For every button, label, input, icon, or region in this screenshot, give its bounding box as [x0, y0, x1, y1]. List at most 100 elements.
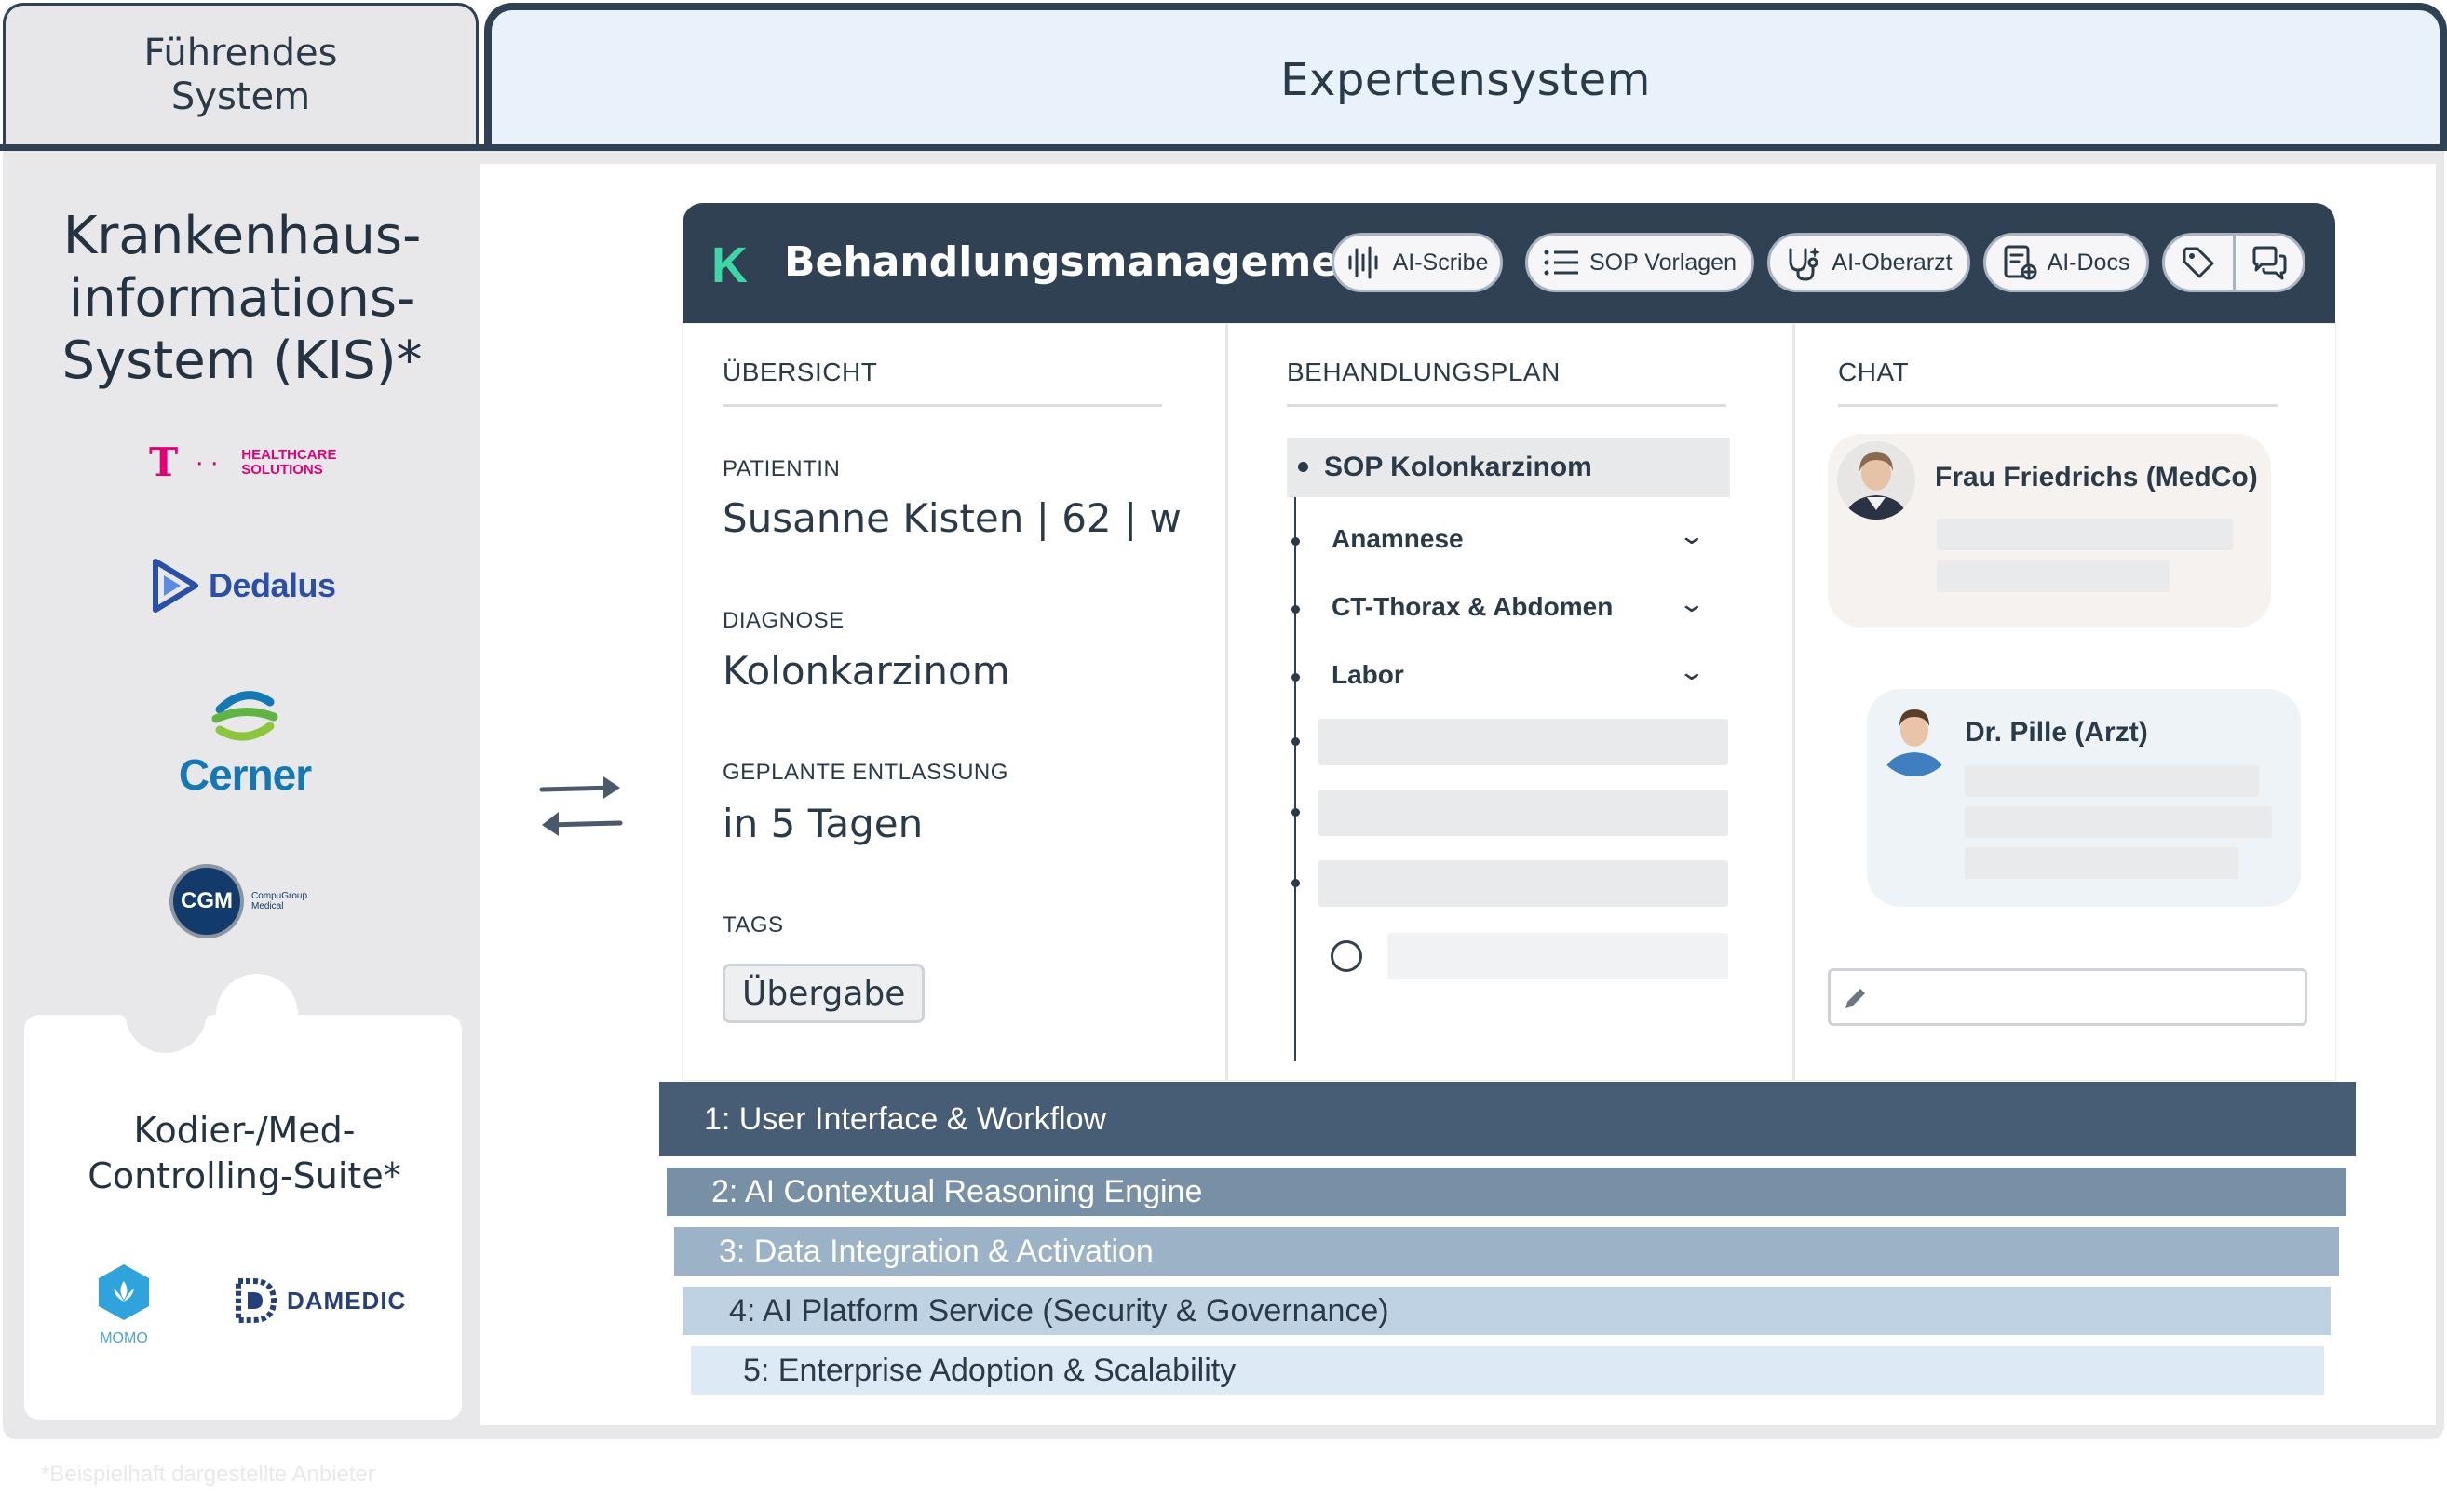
- waveform-icon: [1348, 246, 1378, 279]
- sop-templates-button[interactable]: SOP Vorlagen: [1525, 233, 1754, 292]
- plan-item-ct[interactable]: CT-Thorax & Abdomen: [1332, 592, 1704, 622]
- layer-4-bar: 4: AI Platform Service (Security & Gover…: [683, 1287, 2331, 1335]
- placeholder-line: [1965, 847, 2238, 879]
- discharge-value: in 5 Tagen: [723, 801, 924, 846]
- tag-chip-uebergabe[interactable]: Übergabe: [723, 964, 926, 1023]
- layer-2-bar: 2: AI Contextual Reasoning Engine: [667, 1168, 2346, 1216]
- chevron-down-icon[interactable]: ⌄: [1678, 521, 1707, 550]
- ai-docs-button[interactable]: AI-Docs: [1983, 233, 2149, 292]
- sop-active-item[interactable]: SOP Kolonkarzinom: [1287, 438, 1730, 497]
- tab-leading-system[interactable]: Führendes System: [3, 3, 479, 144]
- placeholder-row: [1387, 933, 1728, 979]
- timeline-dot: [1291, 879, 1300, 887]
- cerner-logo-mark: [211, 691, 278, 741]
- footnote: *Beispielhaft dargestellte Anbieter: [41, 1462, 375, 1487]
- chat-input[interactable]: [1828, 968, 2307, 1026]
- timeline-dot: [1291, 737, 1300, 746]
- document-icon: [2004, 245, 2037, 280]
- layer-1-bar: 1: User Interface & Workflow: [659, 1082, 2356, 1156]
- diagnosis-value: Kolonkarzinom: [723, 648, 1010, 694]
- ai-oberarzt-button[interactable]: AI-Oberarzt: [1767, 233, 1970, 292]
- overview-rule: [723, 404, 1162, 407]
- timeline-dot: [1291, 808, 1300, 817]
- damedic-logo: DAMEDIC: [235, 1277, 406, 1324]
- column-divider: [1792, 324, 1795, 1080]
- exchange-arrows-icon: [539, 776, 623, 836]
- telekom-healthcare-logo: T ·· HEALTHCARE SOLUTIONS: [149, 439, 336, 485]
- layer-2-label: 2: AI Contextual Reasoning Engine: [711, 1173, 1203, 1209]
- chat-button[interactable]: [2236, 236, 2304, 290]
- chat-sender-arzt: Dr. Pille (Arzt): [1965, 717, 2148, 748]
- layer-5-label: 5: Enterprise Adoption & Scalability: [743, 1352, 1237, 1388]
- tab-leading-system-label: Führendes System: [143, 31, 338, 118]
- kis-title: Krankenhaus- informations- System (KIS)*: [61, 206, 423, 391]
- layer-3-bar: 3: Data Integration & Activation: [674, 1227, 2339, 1276]
- cgm-logo-subtitle: CompuGroup Medical: [251, 891, 308, 911]
- tab-expert-system[interactable]: Expertensystem: [484, 3, 2447, 149]
- list-icon: [1544, 250, 1578, 276]
- momo-logo-text: MOMO: [100, 1330, 148, 1346]
- ai-scribe-label: AI-Scribe: [1392, 249, 1489, 276]
- dedalus-logo-mark: [153, 559, 198, 613]
- sop-active-label: SOP Kolonkarzinom: [1324, 452, 1592, 482]
- sop-active-dot: [1298, 462, 1308, 472]
- cerner-logo-text: Cerner: [178, 750, 312, 799]
- patient-value: Susanne Kisten | 62 | w: [723, 495, 1182, 541]
- ai-scribe-button[interactable]: AI-Scribe: [1332, 233, 1503, 292]
- layer-5-bar: 5: Enterprise Adoption & Scalability: [691, 1346, 2324, 1395]
- cgm-logo-circle: CGM: [169, 864, 244, 938]
- plan-rule: [1287, 404, 1726, 407]
- avatar-pille-image: [1875, 698, 1954, 776]
- placeholder-line: [1937, 560, 2170, 592]
- avatar-friedrichs-image: [1837, 441, 1915, 520]
- telekom-logo-subtitle: HEALTHCARE SOLUTIONS: [241, 446, 337, 478]
- tag-icon: [2183, 247, 2214, 278]
- layer-4-label: 4: AI Platform Service (Security & Gover…: [729, 1292, 1389, 1329]
- diagnosis-label: DIAGNOSE: [723, 608, 845, 633]
- chevron-down-icon[interactable]: ⌄: [1678, 657, 1707, 686]
- telekom-logo-mark: T: [149, 439, 179, 485]
- pencil-icon: [1845, 989, 1865, 1008]
- placeholder-row: [1318, 719, 1728, 765]
- layer-3-label: 3: Data Integration & Activation: [719, 1233, 1154, 1269]
- stethoscope-icon: [1789, 247, 1820, 281]
- placeholder-line: [1965, 765, 2259, 797]
- ai-docs-label: AI-Docs: [2047, 249, 2130, 276]
- sop-templates-label: SOP Vorlagen: [1589, 249, 1737, 276]
- chat-rule: [1838, 404, 2278, 407]
- momo-logo: MOMO: [93, 1262, 155, 1347]
- cerner-logo: Cerner: [166, 689, 324, 800]
- patient-label: PATIENTIN: [723, 456, 841, 481]
- timeline-dot: [1291, 605, 1300, 614]
- ai-oberarzt-label: AI-Oberarzt: [1832, 249, 1953, 276]
- tab-divider: [0, 144, 2447, 151]
- chat-sender-medco: Frau Friedrichs (MedCo): [1935, 462, 2258, 493]
- plan-item-anamnese[interactable]: Anamnese: [1332, 524, 1704, 554]
- tags-label: TAGS: [723, 912, 784, 938]
- app-title: Behandlungsmanagement: [784, 238, 1388, 286]
- telekom-logo-dots: ··: [195, 446, 225, 478]
- dedalus-logo-text: Dedalus: [209, 566, 336, 604]
- dedalus-logo: Dedalus: [153, 559, 336, 613]
- placeholder-line: [1965, 806, 2272, 838]
- tag-button[interactable]: [2165, 236, 2236, 290]
- avatar-pille: [1875, 698, 1954, 776]
- tab-expert-system-label: Expertensystem: [1280, 53, 1651, 106]
- toolbar-icon-group: [2162, 233, 2305, 292]
- tag-chip-label: Übergabe: [742, 974, 906, 1013]
- chevron-down-icon[interactable]: ⌄: [1678, 589, 1707, 618]
- overview-heading: ÜBERSICHT: [723, 358, 878, 386]
- avatar-friedrichs: [1837, 441, 1915, 520]
- column-divider: [1225, 324, 1228, 1080]
- plan-step-circle-icon[interactable]: [1331, 940, 1362, 972]
- kodier-suite-title: Kodier-/Med- Controlling-Suite*: [88, 1110, 401, 1196]
- chat-heading: CHAT: [1838, 358, 1910, 386]
- damedic-logo-mark: [236, 1278, 277, 1323]
- timeline-dot: [1291, 673, 1300, 682]
- cgm-logo: CGM CompuGroup Medical: [169, 864, 307, 938]
- plan-heading: BEHANDLUNGSPLAN: [1287, 358, 1561, 386]
- plan-timeline: [1294, 466, 1296, 1061]
- app-logo: K: [711, 237, 748, 293]
- placeholder-line: [1937, 519, 2233, 550]
- plan-item-labor[interactable]: Labor: [1332, 660, 1704, 690]
